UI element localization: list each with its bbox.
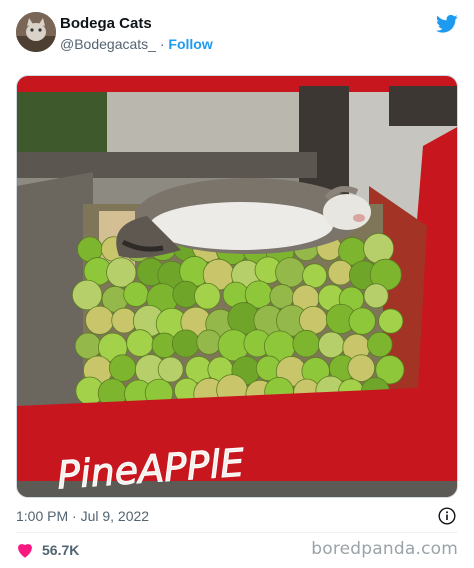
lime: [71, 279, 103, 311]
lime: [111, 307, 138, 334]
watermark: boredpanda.com: [311, 539, 458, 559]
lime: [194, 282, 221, 310]
lime: [327, 259, 354, 286]
avatar-image: [16, 12, 56, 52]
lime: [171, 329, 200, 358]
lime: [126, 329, 154, 357]
lime: [302, 263, 328, 289]
twitter-bird-icon[interactable]: [436, 14, 458, 34]
timestamp[interactable]: 1:00 PM · Jul 9, 2022: [16, 508, 149, 524]
lime: [363, 232, 395, 264]
tweet-card: Bodega Cats @Bodegacats_ · Follow PineAP…: [0, 0, 474, 568]
lime: [292, 329, 321, 358]
lime: [378, 308, 404, 334]
lime: [123, 281, 149, 307]
lime: [367, 331, 393, 358]
info-icon[interactable]: [438, 507, 456, 525]
like-count[interactable]: 56.7K: [42, 540, 79, 560]
lime: [348, 307, 376, 335]
display-name[interactable]: Bodega Cats: [60, 14, 213, 34]
divider: [16, 532, 458, 533]
lime: [108, 354, 137, 382]
tweet-footer: 56.7K boredpanda.com: [16, 538, 458, 562]
handle[interactable]: @Bodegacats_: [60, 36, 156, 52]
user-info: Bodega Cats @Bodegacats_ · Follow: [60, 14, 213, 54]
handle-line: @Bodegacats_ · Follow: [60, 36, 213, 52]
lime: [318, 331, 345, 359]
tweet-photo[interactable]: PineAPPlE: [16, 75, 458, 498]
lime: [299, 305, 328, 335]
lime: [196, 329, 222, 355]
photo-cat-on-limes: PineAPPlE: [17, 76, 457, 497]
lime: [85, 305, 115, 335]
follow-button[interactable]: Follow: [168, 36, 212, 52]
separator: ·: [159, 36, 165, 52]
lime: [74, 332, 102, 360]
tweet-header: Bodega Cats @Bodegacats_ · Follow: [16, 12, 458, 56]
lime: [363, 283, 389, 309]
lime: [347, 354, 376, 382]
avatar[interactable]: [16, 12, 56, 52]
heart-icon[interactable]: [16, 542, 34, 558]
lime: [275, 257, 306, 288]
lime: [157, 356, 184, 383]
tweet-meta: 1:00 PM · Jul 9, 2022: [16, 506, 458, 526]
